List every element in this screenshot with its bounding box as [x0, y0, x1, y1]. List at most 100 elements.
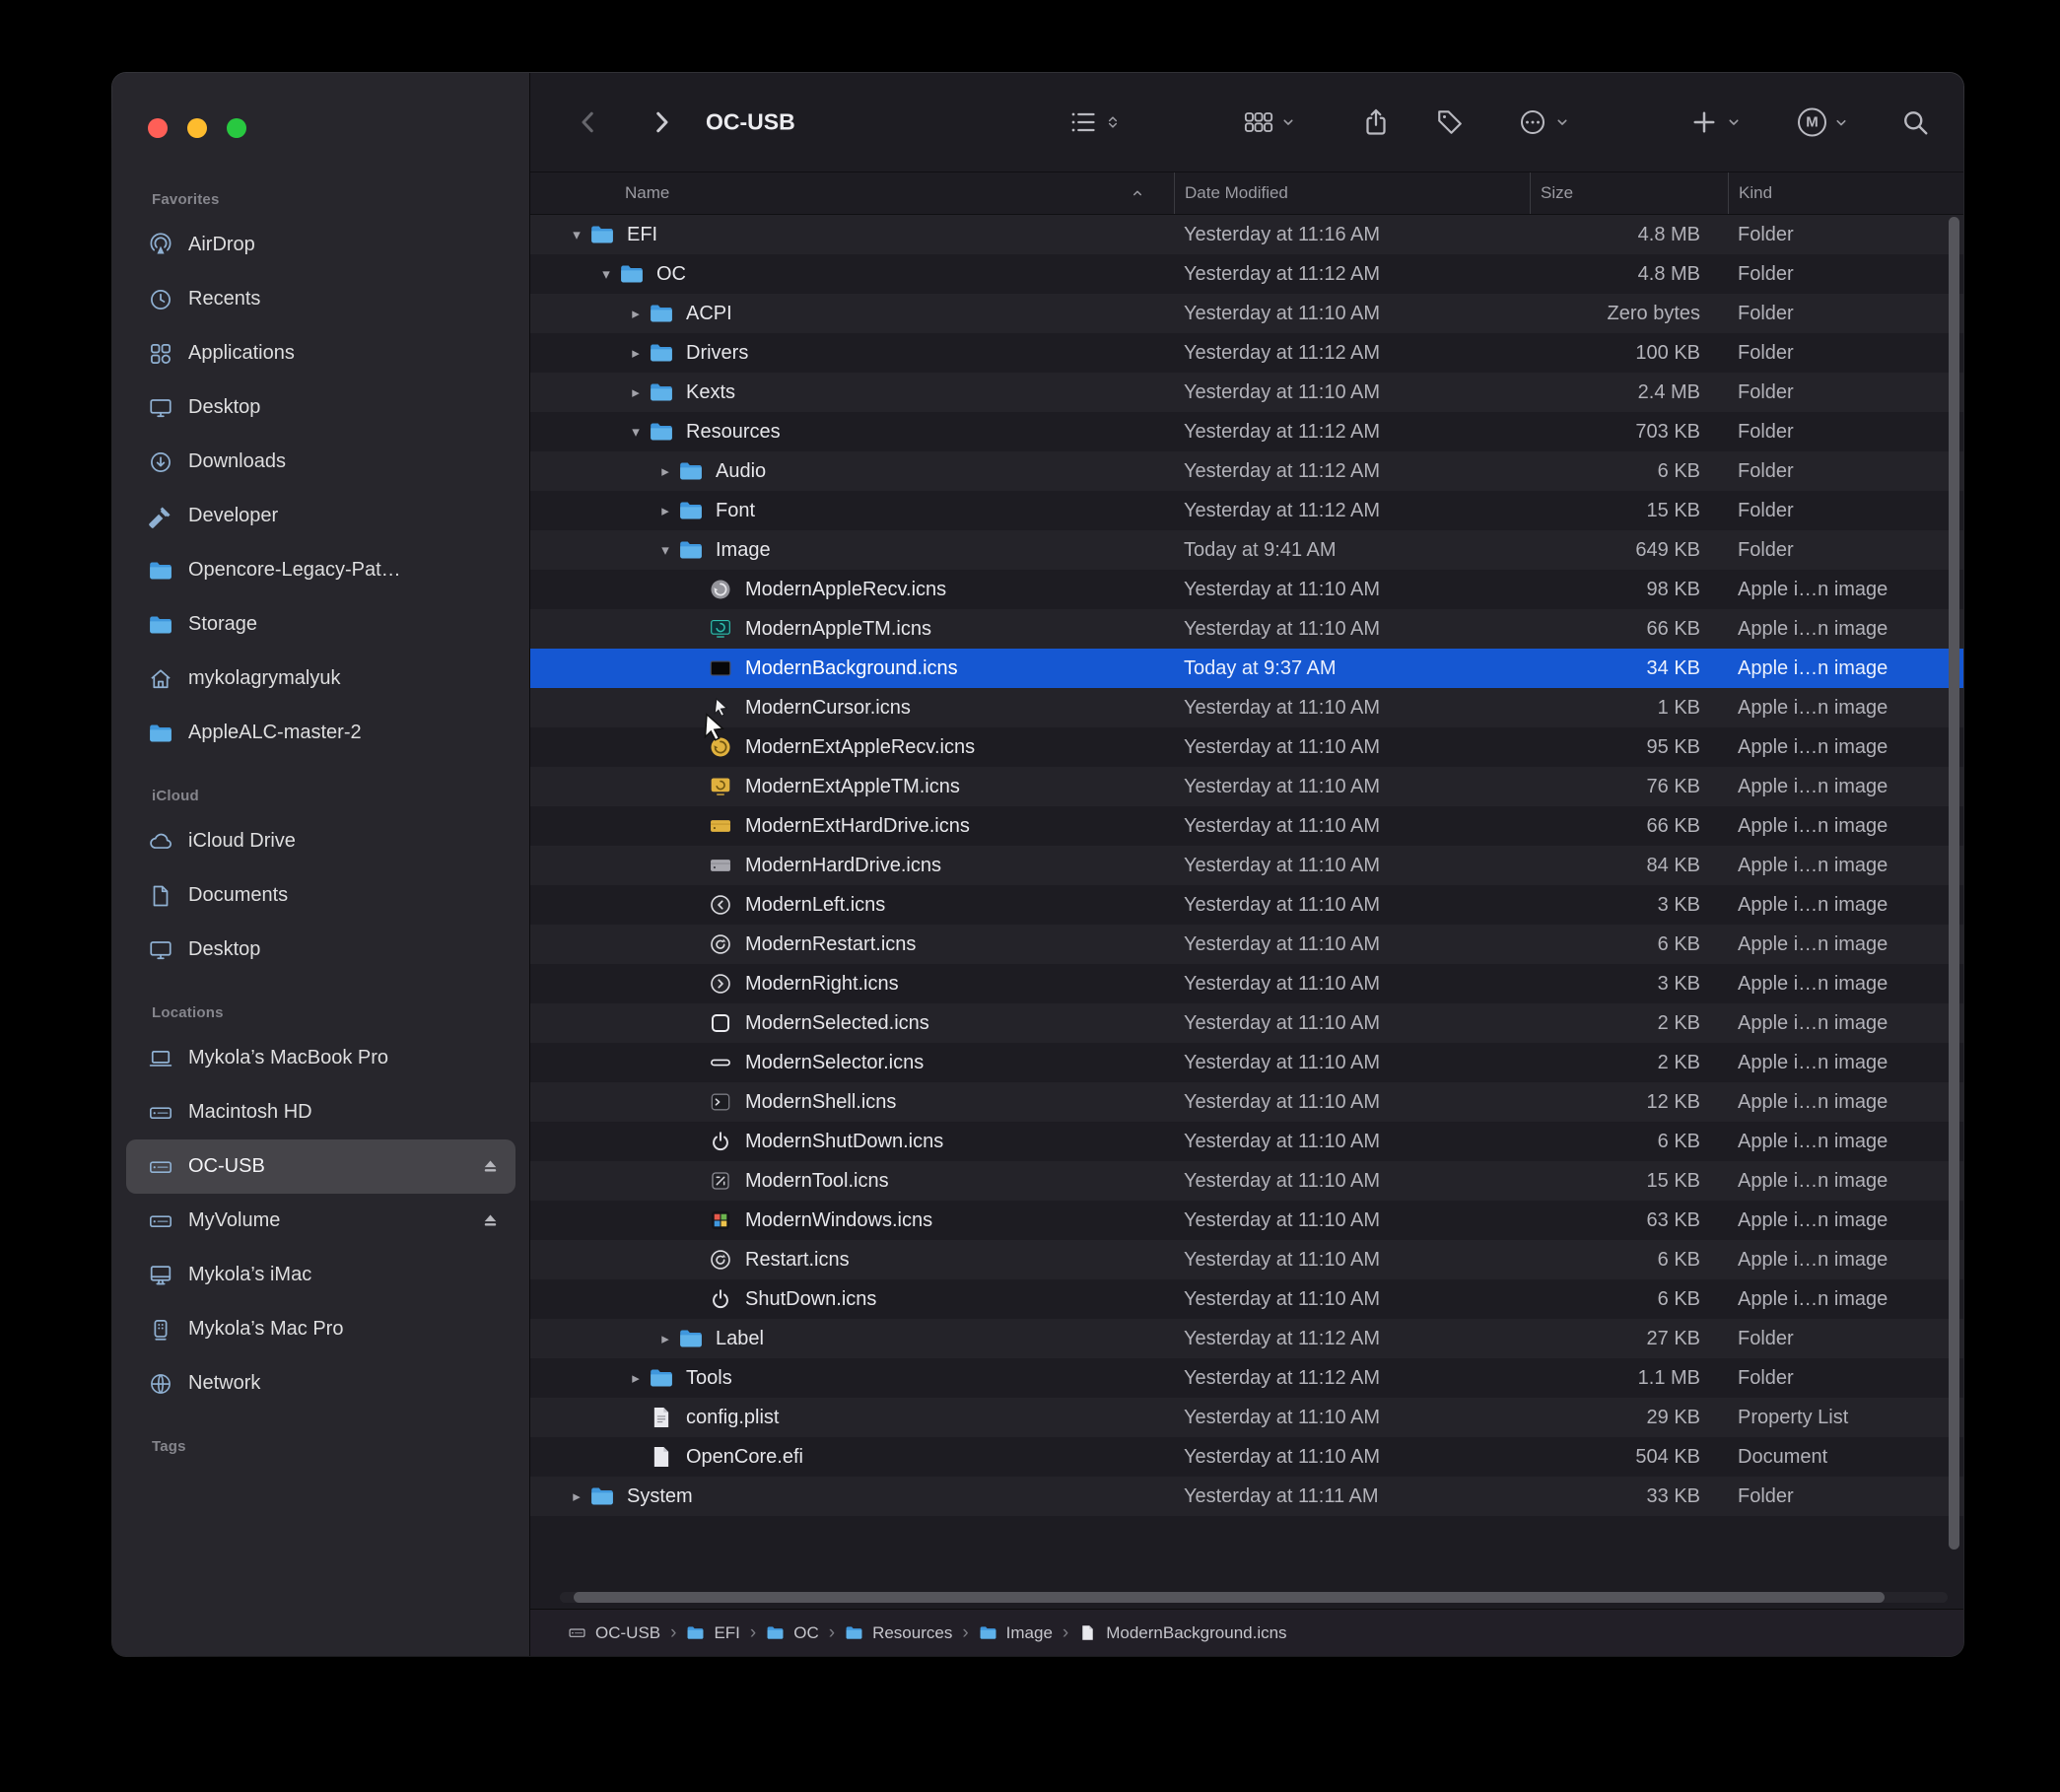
sidebar-item-desktop[interactable]: Desktop: [126, 380, 515, 435]
file-row-modernshell-icns[interactable]: ModernShell.icnsYesterday at 11:10 AM12 …: [530, 1082, 1963, 1122]
path-item-image[interactable]: Image: [979, 1623, 1053, 1643]
sidebar-item-downloads[interactable]: Downloads: [126, 435, 515, 489]
sidebar-item-developer[interactable]: Developer: [126, 489, 515, 543]
column-header-kind[interactable]: Kind: [1728, 172, 1963, 214]
sidebar-item-mykolagrymalyuk[interactable]: mykolagrymalyuk: [126, 652, 515, 706]
file-row-image[interactable]: ▾ImageToday at 9:41 AM649 KBFolder: [530, 530, 1963, 570]
file-row-modernextharddrive-icns[interactable]: ModernExtHardDrive.icnsYesterday at 11:1…: [530, 806, 1963, 846]
zoom-button[interactable]: [227, 118, 246, 138]
back-button[interactable]: [574, 107, 603, 137]
sidebar-item-mykola-s-macbook-pro[interactable]: Mykola’s MacBook Pro: [126, 1031, 515, 1085]
file-row-acpi[interactable]: ▸ACPIYesterday at 11:10 AMZero bytesFold…: [530, 294, 1963, 333]
disclosure-triangle[interactable]: ▸: [564, 1487, 589, 1505]
forward-button[interactable]: [647, 107, 676, 137]
file-row-moderncursor-icns[interactable]: ModernCursor.icnsYesterday at 11:10 AM1 …: [530, 688, 1963, 727]
disclosure-triangle[interactable]: ▸: [652, 502, 678, 519]
file-row-opencore-efi[interactable]: OpenCore.efiYesterday at 11:10 AM504 KBD…: [530, 1437, 1963, 1477]
share-button[interactable]: [1361, 107, 1391, 137]
sidebar-item-mykola-s-imac[interactable]: Mykola’s iMac: [126, 1248, 515, 1302]
column-header-size[interactable]: Size: [1530, 172, 1728, 214]
file-row-modernextappletm-icns[interactable]: ModernExtAppleTM.icnsYesterday at 11:10 …: [530, 767, 1963, 806]
file-row-shutdown-icns[interactable]: ShutDown.icnsYesterday at 11:10 AM6 KBAp…: [530, 1279, 1963, 1319]
eject-icon[interactable]: [479, 1209, 502, 1232]
file-row-system[interactable]: ▸SystemYesterday at 11:11 AM33 KBFolder: [530, 1477, 1963, 1516]
file-row-moderntool-icns[interactable]: ModernTool.icnsYesterday at 11:10 AM15 K…: [530, 1161, 1963, 1201]
path-item-oc-usb[interactable]: OC-USB: [568, 1623, 660, 1643]
file-name: Restart.icns: [745, 1249, 850, 1272]
sidebar-item-label: AppleALC-master-2: [188, 722, 502, 744]
more-actions-button[interactable]: [1518, 107, 1570, 137]
disclosure-triangle[interactable]: ▸: [623, 305, 649, 322]
sidebar-item-applications[interactable]: Applications: [126, 326, 515, 380]
sidebar-item-network[interactable]: Network: [126, 1356, 515, 1411]
file-row-audio[interactable]: ▸AudioYesterday at 11:12 AM6 KBFolder: [530, 451, 1963, 491]
file-row-modernextapplerecv-icns[interactable]: ModernExtAppleRecv.icnsYesterday at 11:1…: [530, 727, 1963, 767]
file-row-modernshutdown-icns[interactable]: ModernShutDown.icnsYesterday at 11:10 AM…: [530, 1122, 1963, 1161]
file-row-kexts[interactable]: ▸KextsYesterday at 11:10 AM2.4 MBFolder: [530, 373, 1963, 412]
disclosure-triangle[interactable]: ▾: [623, 423, 649, 441]
file-row-font[interactable]: ▸FontYesterday at 11:12 AM15 KBFolder: [530, 491, 1963, 530]
disclosure-triangle[interactable]: ▸: [623, 383, 649, 401]
sidebar-item-opencore-legacy-pat[interactable]: Opencore-Legacy-Pat…: [126, 543, 515, 597]
group-button[interactable]: [1244, 107, 1296, 137]
disclosure-triangle[interactable]: ▾: [564, 226, 589, 243]
file-row-oc[interactable]: ▾OCYesterday at 11:12 AM4.8 MBFolder: [530, 254, 1963, 294]
file-row-modernharddrive-icns[interactable]: ModernHardDrive.icnsYesterday at 11:10 A…: [530, 846, 1963, 885]
disclosure-triangle[interactable]: ▸: [623, 344, 649, 362]
sidebar-item-macintosh-hd[interactable]: Macintosh HD: [126, 1085, 515, 1139]
close-button[interactable]: [148, 118, 168, 138]
path-item-resources[interactable]: Resources: [845, 1623, 952, 1643]
file-row-modernbackground-icns[interactable]: ModernBackground.icnsToday at 9:37 AM34 …: [530, 649, 1963, 688]
file-row-resources[interactable]: ▾ResourcesYesterday at 11:12 AM703 KBFol…: [530, 412, 1963, 451]
sidebar-item-desktop[interactable]: Desktop: [126, 923, 515, 977]
file-row-modernselected-icns[interactable]: ModernSelected.icnsYesterday at 11:10 AM…: [530, 1003, 1963, 1043]
file-row-drivers[interactable]: ▸DriversYesterday at 11:12 AM100 KBFolde…: [530, 333, 1963, 373]
file-row-label[interactable]: ▸LabelYesterday at 11:12 AM27 KBFolder: [530, 1319, 1963, 1358]
sidebar-sections: FavoritesAirDropRecentsApplicationsDeskt…: [112, 191, 529, 1465]
column-header-date-modified[interactable]: Date Modified: [1174, 172, 1530, 214]
sidebar-item-mykola-s-mac-pro[interactable]: Mykola’s Mac Pro: [126, 1302, 515, 1356]
sidebar-item-icloud-drive[interactable]: iCloud Drive: [126, 814, 515, 868]
disclosure-triangle[interactable]: ▸: [652, 462, 678, 480]
horizontal-scrollbar-thumb[interactable]: [574, 1592, 1885, 1603]
eject-icon[interactable]: [479, 1155, 502, 1178]
sidebar-item-oc-usb[interactable]: OC-USB: [126, 1139, 515, 1194]
file-row-config-plist[interactable]: config.plistYesterday at 11:10 AM29 KBPr…: [530, 1398, 1963, 1437]
sidebar-item-storage[interactable]: Storage: [126, 597, 515, 652]
add-button[interactable]: [1689, 107, 1742, 137]
external-drive-icon: [148, 1154, 173, 1180]
file-row-tools[interactable]: ▸ToolsYesterday at 11:12 AM1.1 MBFolder: [530, 1358, 1963, 1398]
horizontal-scrollbar-track[interactable]: [560, 1592, 1948, 1603]
tag-button[interactable]: [1435, 107, 1465, 137]
disclosure-triangle[interactable]: ▾: [652, 541, 678, 559]
sidebar-item-myvolume[interactable]: MyVolume: [126, 1194, 515, 1248]
sidebar-item-label: OC-USB: [188, 1155, 464, 1178]
path-item-efi[interactable]: EFI: [686, 1623, 739, 1643]
file-row-modernselector-icns[interactable]: ModernSelector.icnsYesterday at 11:10 AM…: [530, 1043, 1963, 1082]
account-button[interactable]: M: [1798, 108, 1849, 137]
sidebar-item-airdrop[interactable]: AirDrop: [126, 218, 515, 272]
sidebar-item-documents[interactable]: Documents: [126, 868, 515, 923]
search-button[interactable]: [1900, 107, 1930, 137]
sidebar-item-applealc-master-2[interactable]: AppleALC-master-2: [126, 706, 515, 760]
file-row-modernwindows-icns[interactable]: ModernWindows.icnsYesterday at 11:10 AM6…: [530, 1201, 1963, 1240]
chevron-right-icon: [647, 107, 676, 137]
sidebar-item-recents[interactable]: Recents: [126, 272, 515, 326]
file-row-restart-icns[interactable]: Restart.icnsYesterday at 11:10 AM6 KBApp…: [530, 1240, 1963, 1279]
view-options-button[interactable]: [1068, 107, 1121, 137]
path-item-modernbackground-icns[interactable]: ModernBackground.icns: [1078, 1623, 1286, 1643]
file-row-modernrestart-icns[interactable]: ModernRestart.icnsYesterday at 11:10 AM6…: [530, 925, 1963, 964]
path-item-oc[interactable]: OC: [766, 1623, 819, 1643]
file-row-modernapplerecv-icns[interactable]: ModernAppleRecv.icnsYesterday at 11:10 A…: [530, 570, 1963, 609]
vertical-scrollbar-thumb[interactable]: [1949, 217, 1959, 1550]
file-row-modernright-icns[interactable]: ModernRight.icnsYesterday at 11:10 AM3 K…: [530, 964, 1963, 1003]
column-headers: Name Date Modified Size Kind: [530, 172, 1963, 215]
file-row-modernappletm-icns[interactable]: ModernAppleTM.icnsYesterday at 11:10 AM6…: [530, 609, 1963, 649]
disclosure-triangle[interactable]: ▸: [623, 1369, 649, 1387]
minimize-button[interactable]: [187, 118, 207, 138]
file-row-efi[interactable]: ▾EFIYesterday at 11:16 AM4.8 MBFolder: [530, 215, 1963, 254]
disclosure-triangle[interactable]: ▸: [652, 1330, 678, 1347]
file-row-modernleft-icns[interactable]: ModernLeft.icnsYesterday at 11:10 AM3 KB…: [530, 885, 1963, 925]
column-header-name[interactable]: Name: [530, 172, 1174, 214]
disclosure-triangle[interactable]: ▾: [593, 265, 619, 283]
